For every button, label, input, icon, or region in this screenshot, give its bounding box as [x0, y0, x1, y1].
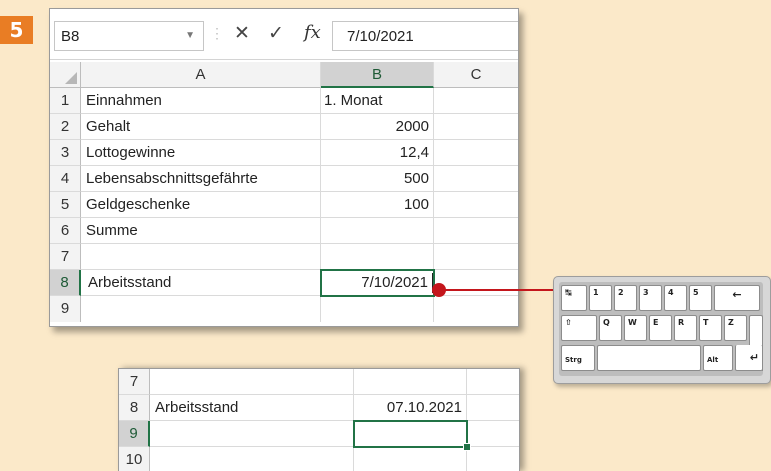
cell-a7[interactable]	[81, 244, 321, 270]
keyboard-illustration: ↹ 1 2 3 4 5 ← ⇧ Q W E R T Z Strg Alt ↵	[553, 276, 771, 384]
cell-a6[interactable]: Summe	[81, 218, 321, 244]
cell-b1[interactable]: 1. Monat	[321, 88, 434, 114]
separator-dots-icon: ⋮	[210, 25, 225, 41]
cell-c9[interactable]	[434, 296, 518, 322]
cell-c1[interactable]	[434, 88, 518, 114]
alt-key: Alt	[703, 345, 733, 371]
enter-key: ↵	[735, 345, 763, 371]
row-header[interactable]: 9	[50, 296, 81, 322]
formula-bar: B8 ▼ ⋮ ✕ ✓ fx 7/10/2021	[50, 9, 518, 60]
key-w: W	[624, 315, 647, 341]
name-box[interactable]: B8 ▼	[54, 21, 204, 51]
cell-a5[interactable]: Geldgeschenke	[81, 192, 321, 218]
callout-line	[445, 289, 553, 291]
dropdown-icon[interactable]: ▼	[185, 30, 195, 41]
key-1: 1	[589, 285, 612, 311]
cell-a10[interactable]	[150, 447, 354, 471]
cell-a7[interactable]	[150, 369, 354, 395]
keyboard-body: ↹ 1 2 3 4 5 ← ⇧ Q W E R T Z Strg Alt ↵	[559, 282, 763, 376]
column-header-b[interactable]: B	[321, 62, 434, 88]
strg-key: Strg	[561, 345, 595, 371]
cell-b3[interactable]: 12,4	[321, 140, 434, 166]
row-header[interactable]: 6	[50, 218, 81, 244]
fx-icon[interactable]: fx	[304, 22, 321, 43]
key-q: Q	[599, 315, 622, 341]
row-header[interactable]: 3	[50, 140, 81, 166]
column-header-c[interactable]: C	[434, 62, 518, 88]
key-3: 3	[639, 285, 662, 311]
cell-a3[interactable]: Lottogewinne	[81, 140, 321, 166]
cell-b4[interactable]: 500	[321, 166, 434, 192]
cell-c3[interactable]	[434, 140, 518, 166]
backspace-key: ←	[714, 285, 760, 311]
cell-c2[interactable]	[434, 114, 518, 140]
cell-b6[interactable]	[321, 218, 434, 244]
step-number-badge: 5	[0, 16, 33, 44]
callout-dot	[432, 283, 446, 297]
cell-b7[interactable]	[321, 244, 434, 270]
excel-result-fragment: 7 8 Arbeitsstand 07.10.2021 9 10	[118, 368, 520, 471]
key-4: 4	[664, 285, 687, 311]
cell-b10[interactable]	[354, 447, 467, 471]
enter-check-icon[interactable]: ✓	[268, 22, 284, 45]
cell-b5[interactable]: 100	[321, 192, 434, 218]
row-header[interactable]: 10	[119, 447, 150, 471]
row-header[interactable]: 2	[50, 114, 81, 140]
shift-key: ⇧	[561, 315, 597, 341]
cell-c8[interactable]	[467, 395, 519, 421]
tab-key: ↹	[561, 285, 587, 311]
key-r: R	[674, 315, 697, 341]
cell-c7[interactable]	[467, 369, 519, 395]
row-header[interactable]: 8	[50, 270, 81, 296]
excel-window: B8 ▼ ⋮ ✕ ✓ fx 7/10/2021 A B C 1 Einnahme…	[49, 8, 519, 327]
cell-a9[interactable]	[81, 296, 321, 322]
cell-c8[interactable]	[434, 270, 518, 296]
key-t: T	[699, 315, 722, 341]
cell-a8[interactable]: Arbeitsstand	[81, 270, 321, 296]
row-header[interactable]: 7	[119, 369, 150, 395]
fill-handle[interactable]	[463, 443, 471, 451]
space-key	[597, 345, 701, 371]
column-header-a[interactable]: A	[81, 62, 321, 88]
cell-a8[interactable]: Arbeitsstand	[150, 395, 354, 421]
row-header[interactable]: 1	[50, 88, 81, 114]
cancel-icon[interactable]: ✕	[234, 22, 250, 45]
active-cell-selection	[353, 420, 468, 448]
key-e: E	[649, 315, 672, 341]
cell-c4[interactable]	[434, 166, 518, 192]
row-header[interactable]: 5	[50, 192, 81, 218]
formula-value: 7/10/2021	[347, 28, 414, 45]
cell-c10[interactable]	[467, 447, 519, 471]
row-header[interactable]: 9	[119, 421, 150, 447]
cell-b9[interactable]	[321, 296, 434, 322]
cell-b7[interactable]	[354, 369, 467, 395]
cell-b8[interactable]: 07.10.2021	[354, 395, 467, 421]
key-5: 5	[689, 285, 712, 311]
cell-a2[interactable]: Gehalt	[81, 114, 321, 140]
cell-c5[interactable]	[434, 192, 518, 218]
cell-b2[interactable]: 2000	[321, 114, 434, 140]
formula-input[interactable]: 7/10/2021	[332, 21, 518, 51]
row-header[interactable]: 8	[119, 395, 150, 421]
column-header-row: A B C	[50, 62, 518, 88]
cell-a9[interactable]	[150, 421, 354, 447]
name-box-value: B8	[61, 28, 80, 45]
row-header[interactable]: 4	[50, 166, 81, 192]
cell-a4[interactable]: Lebensabschnittsgefährte	[81, 166, 321, 192]
cell-a1[interactable]: Einnahmen	[81, 88, 321, 114]
cell-c9[interactable]	[467, 421, 519, 447]
cell-c6[interactable]	[434, 218, 518, 244]
row-header[interactable]: 7	[50, 244, 81, 270]
key-2: 2	[614, 285, 637, 311]
cell-c7[interactable]	[434, 244, 518, 270]
select-all-corner[interactable]	[50, 62, 81, 88]
key-z: Z	[724, 315, 747, 341]
active-cell-selection	[320, 269, 435, 297]
